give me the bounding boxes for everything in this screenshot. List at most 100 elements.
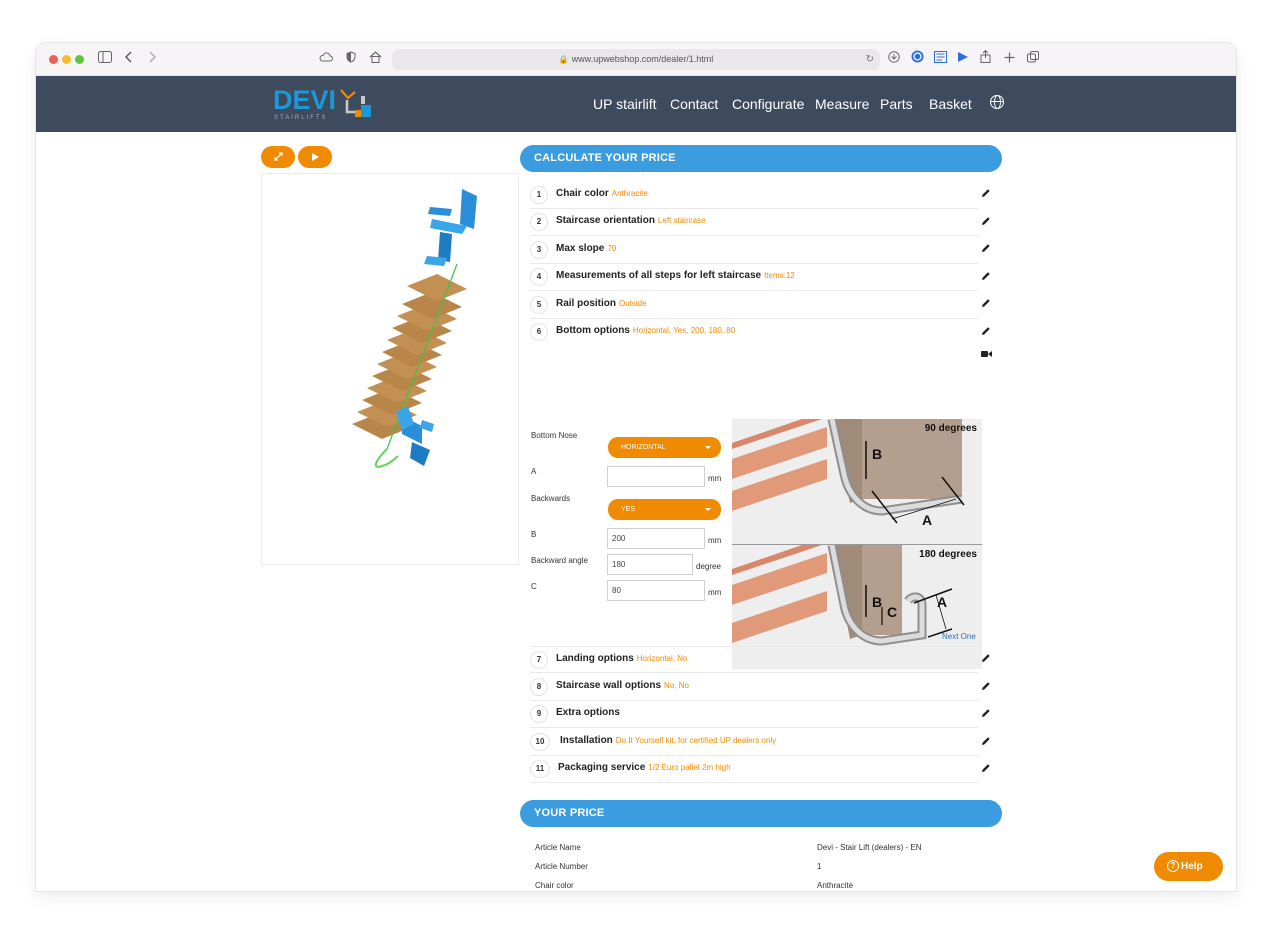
price-label-chair-color: Chair color — [535, 881, 574, 890]
step-title: Bottom options Horizontal, Yes, 200, 180,… — [556, 325, 735, 336]
edit-wall-pencil-icon[interactable] — [981, 681, 991, 691]
svg-text:B: B — [872, 446, 882, 462]
step-packaging-service[interactable]: 11 Packaging service 1/2 Euro pallet 2m h… — [530, 756, 978, 783]
lock-icon: 🔒 — [558, 55, 569, 64]
help-question-icon: ? — [1167, 860, 1179, 872]
edit-packaging-pencil-icon[interactable] — [981, 763, 991, 773]
browser-toolbar: 🔒 www.upwebshop.com/dealer/1.html ↻ — [36, 43, 1236, 76]
expand-icon — [273, 152, 283, 161]
new-tab-icon[interactable] — [1004, 50, 1015, 68]
diagram-90-label: 90 degrees — [924, 423, 977, 434]
step-installation[interactable]: 10 Installation Do It Yourself kit, for c… — [530, 729, 978, 756]
devi-logo[interactable]: DEVI STAIRLIFTS — [273, 86, 373, 121]
zoom-window-button[interactable] — [75, 55, 84, 64]
forward-icon[interactable] — [148, 50, 156, 68]
step-staircase-wall-options[interactable]: 8 Staircase wall options No, No — [530, 674, 978, 701]
edit-measurements-pencil-icon[interactable] — [981, 271, 991, 281]
rail-bottom-curve — [374, 448, 399, 468]
edit-bottom-options-pencil-icon[interactable] — [981, 326, 991, 336]
b-label: B — [531, 530, 537, 539]
download-icon[interactable] — [888, 50, 900, 68]
nav-up-stairlift[interactable]: UP stairlift — [593, 95, 657, 113]
browser-window: 🔒 www.upwebshop.com/dealer/1.html ↻ DEVI … — [36, 43, 1236, 891]
a-label: A — [531, 467, 537, 476]
help-button[interactable]: ? Help — [1154, 852, 1223, 881]
backwards-select[interactable]: YES — [608, 499, 721, 520]
backward-angle-label: Backward angle — [531, 556, 588, 565]
b-unit: mm — [708, 536, 722, 545]
step-value: Horizontal, No — [636, 654, 688, 663]
edit-rail-position-pencil-icon[interactable] — [981, 298, 991, 308]
svg-text:B: B — [872, 594, 882, 610]
bottom-nose-select[interactable]: HORIZONTAL — [608, 437, 721, 458]
step-max-slope[interactable]: 3 Max slope 70 — [530, 237, 978, 264]
bottom-nose-label: Bottom Nose — [531, 431, 578, 440]
edit-slope-pencil-icon[interactable] — [981, 243, 991, 253]
b-input[interactable]: 200 — [607, 528, 705, 549]
next-one-link[interactable]: Next One — [942, 632, 976, 641]
reader-icon[interactable] — [934, 50, 947, 68]
step-bottom-options[interactable]: 6 Bottom options Horizontal, Yes, 200, 18… — [530, 319, 978, 346]
step-staircase-orientation[interactable]: 2 Staircase orientation Left staircase — [530, 209, 978, 236]
step-value: Items:12 — [764, 271, 795, 280]
backward-angle-input[interactable]: 180 — [607, 554, 693, 575]
home-icon[interactable] — [369, 50, 382, 68]
nav-parts[interactable]: Parts — [880, 95, 913, 113]
c-input[interactable]: 80 — [607, 580, 705, 601]
step-number: 2 — [530, 213, 548, 231]
address-bar[interactable]: 🔒 www.upwebshop.com/dealer/1.html ↻ — [392, 49, 880, 70]
step-value: Outside — [619, 299, 647, 308]
step-landing-options[interactable]: 7 Landing options Horizontal, No — [530, 646, 978, 673]
nav-configurate[interactable]: Configurate — [732, 95, 804, 113]
step-chair-color[interactable]: 1 Chair color Anthracite — [530, 182, 978, 209]
edit-extra-pencil-icon[interactable] — [981, 708, 991, 718]
edit-orientation-pencil-icon[interactable] — [981, 216, 991, 226]
step-rail-position[interactable]: 5 Rail position Outside — [530, 292, 978, 319]
step-value: Do It Yourself kit, for certified UP dea… — [615, 736, 777, 745]
cloud-icon[interactable] — [319, 50, 333, 68]
play-animation-button[interactable] — [298, 146, 332, 168]
page-content: CALCULATE YOUR PRICE 1 Chair color Anthra… — [36, 132, 1236, 891]
step-value: Anthracite — [611, 189, 648, 198]
nav-contact[interactable]: Contact — [670, 95, 718, 113]
reload-icon[interactable]: ↻ — [866, 49, 874, 70]
logo-subtitle: STAIRLIFTS — [274, 115, 328, 121]
calculate-price-header: CALCULATE YOUR PRICE — [520, 145, 1002, 172]
minimize-window-button[interactable] — [62, 55, 71, 64]
nav-measure[interactable]: Measure — [815, 95, 869, 113]
a-input[interactable] — [607, 466, 705, 487]
price-value-article-number: 1 — [817, 862, 822, 871]
step-number: 10 — [530, 733, 550, 751]
step-title-text: Chair color — [556, 188, 609, 199]
step-value: Horizontal, Yes, 200, 180, 80 — [632, 326, 736, 335]
step-title: Measurements of all steps for left stair… — [556, 270, 795, 281]
password-manager-icon[interactable] — [911, 50, 924, 68]
step-title-text: Landing options — [556, 653, 634, 664]
step-number: 4 — [530, 268, 548, 286]
step-extra-options[interactable]: 9 Extra options — [530, 701, 978, 728]
nav-basket[interactable]: Basket — [929, 95, 972, 113]
step-title: Packaging service 1/2 Euro pallet 2m high — [558, 762, 731, 773]
play-extension-icon[interactable] — [957, 50, 969, 68]
edit-chair-color-pencil-icon[interactable] — [981, 188, 991, 198]
edit-landing-pencil-icon[interactable] — [981, 653, 991, 663]
share-icon[interactable] — [980, 49, 991, 68]
tab-overview-icon[interactable] — [1027, 50, 1039, 68]
sidebar-icon[interactable] — [98, 50, 112, 68]
close-window-button[interactable] — [49, 55, 58, 64]
video-camera-icon[interactable] — [981, 350, 992, 358]
edit-installation-pencil-icon[interactable] — [981, 736, 991, 746]
step-measurements[interactable]: 4 Measurements of all steps for left sta… — [530, 264, 978, 291]
c-label: C — [531, 582, 537, 591]
your-price-header: YOUR PRICE — [520, 800, 1002, 827]
step-number: 3 — [530, 241, 548, 259]
price-value-chair-color: Anthracite — [817, 881, 854, 890]
fullscreen-button[interactable] — [261, 146, 295, 168]
language-globe-icon[interactable] — [990, 95, 1004, 109]
step-value: 70 — [607, 244, 617, 253]
shield-icon[interactable] — [346, 50, 356, 68]
stairlift-3d-viewer[interactable] — [261, 173, 519, 565]
back-icon[interactable] — [125, 50, 133, 68]
svg-text:C: C — [887, 604, 897, 620]
step-title: Landing options Horizontal, No — [556, 653, 687, 664]
